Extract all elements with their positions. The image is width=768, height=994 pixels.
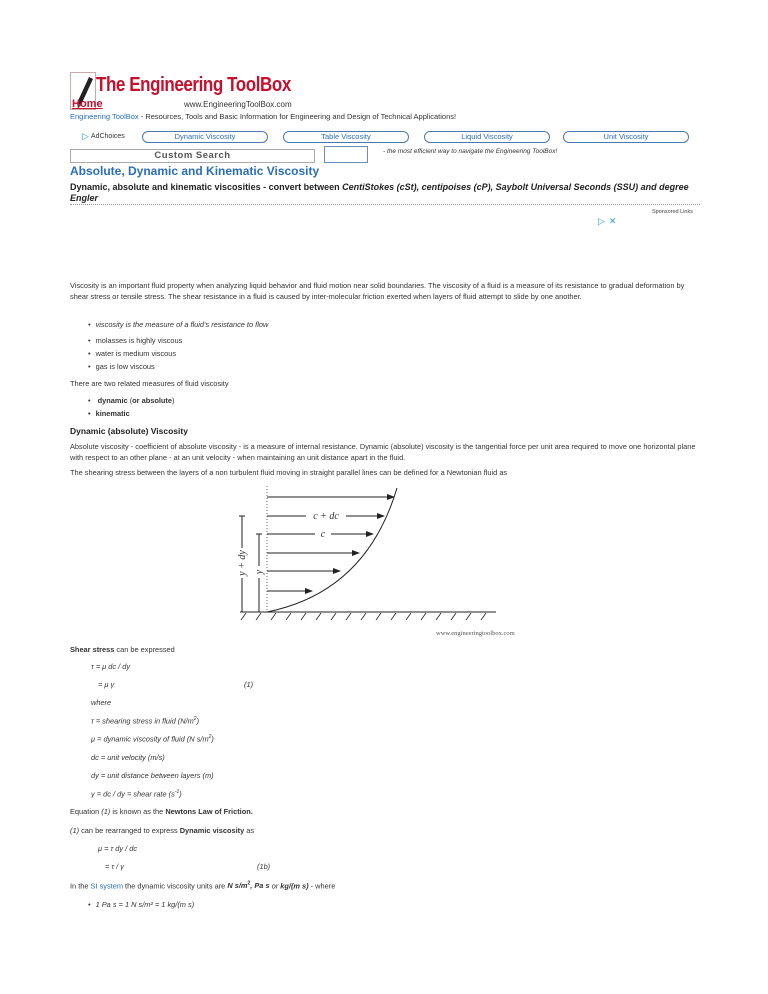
logo-url: www.EngineeringToolBox.com	[184, 100, 292, 109]
section-paragraph: Absolute viscosity - coefficient of abso…	[70, 442, 696, 462]
measure-dynamic: dynamic	[97, 396, 128, 405]
divider	[70, 204, 700, 205]
subtitle-text: Dynamic, absolute and kinematic viscosit…	[70, 182, 343, 192]
search-button[interactable]	[324, 146, 368, 163]
measures-intro: There are two related measures of fluid …	[70, 379, 229, 388]
logo-title: The Engineering ToolBox	[96, 74, 291, 96]
tagline: Engineering ToolBox - Resources, Tools a…	[70, 112, 456, 121]
page-subtitle: Dynamic, absolute and kinematic viscosit…	[70, 182, 700, 204]
adchoices[interactable]: ▷ AdChoices	[82, 131, 125, 142]
tagline-text: - Resources, Tools and Basic Information…	[138, 112, 457, 121]
equation-1b-b: = τ / γ	[105, 862, 124, 871]
def-dc: dc = unit velocity (m/s)	[91, 753, 165, 762]
shear-intro: The shearing stress between the layers o…	[70, 468, 508, 477]
example-item: molasses is highly viscous	[88, 336, 183, 345]
label-y-dy: y + dy	[237, 550, 248, 577]
shear-stress-text: can be expressed	[114, 645, 175, 654]
definition-bullet: viscosity is the measure of a fluid's re…	[88, 320, 269, 329]
newtons-law-line: Equation (1) is known as the Newtons Law…	[70, 807, 253, 816]
equation-1-number: (1)	[244, 680, 254, 689]
example-item: gas is low viscous	[88, 362, 155, 371]
rearranged-line: (1) can be rearranged to express Dynamic…	[70, 826, 255, 835]
def-gamma: γ = dc / dy = shear rate (s-1)	[91, 789, 182, 799]
shear-stress-line: Shear stress can be expressed	[70, 644, 700, 655]
where-label: where	[91, 698, 112, 707]
measure-item: dynamic (or absolute)	[88, 396, 175, 405]
adchoices-icon: ▷	[82, 131, 89, 141]
equation-1b-number: (1b)	[257, 862, 271, 871]
custom-search-input[interactable]: Custom Search	[70, 149, 315, 163]
section-heading: Dynamic (absolute) Viscosity	[70, 426, 188, 436]
measure-item: kinematic	[88, 409, 130, 418]
nav-liquid-viscosity[interactable]: Liquid Viscosity	[424, 131, 550, 143]
nav-table-viscosity[interactable]: Table Viscosity	[283, 131, 409, 143]
measure-absolute: or absolute	[132, 396, 173, 405]
site-logo[interactable]: The Engineering ToolBox Home www.Enginee…	[70, 72, 310, 110]
equation-1b-a: μ = τ dy / dc	[98, 844, 138, 853]
equation-1b: = μ γ	[98, 680, 115, 689]
nav-dynamic-viscosity[interactable]: Dynamic Viscosity	[142, 131, 268, 143]
velocity-profile-diagram: c + dc c y + dy y www.engineeringtoolbox…	[226, 482, 556, 642]
def-dy: dy = unit distance between layers (m)	[91, 771, 214, 780]
equation-1a: τ = μ dc / dy	[91, 662, 131, 671]
diagram-watermark: www.engineeringtoolbox.com	[436, 630, 515, 637]
ad-controls: ▷ ✕	[598, 216, 616, 227]
adchoices-icon[interactable]: ▷	[598, 216, 605, 227]
intro-paragraph: Viscosity is an important fluid property…	[70, 281, 685, 301]
sponsored-links-label: Sponsored Links	[652, 209, 693, 215]
close-ad-icon[interactable]: ✕	[609, 216, 617, 227]
def-mu: μ = dynamic viscosity of fluid (N s/m2)	[91, 734, 214, 744]
tagline-home-link[interactable]: Engineering ToolBox	[70, 112, 139, 121]
nav-unit-viscosity[interactable]: Unit Viscosity	[563, 131, 689, 143]
nav-hint: - the most efficient way to navigate the…	[383, 148, 558, 155]
example-item: water is medium viscous	[88, 349, 177, 358]
adchoices-label: AdChoices	[90, 133, 125, 140]
def-tau: τ = shearing stress in fluid (N/m2)	[91, 716, 200, 726]
home-link[interactable]: Home	[72, 98, 103, 110]
page-title: Absolute, Dynamic and Kinematic Viscosit…	[70, 164, 320, 178]
si-units-line: In the SI system the dynamic viscosity u…	[70, 881, 336, 891]
si-system-link[interactable]: SI system	[91, 881, 123, 890]
label-y: y	[254, 569, 265, 575]
label-c: c	[321, 529, 326, 540]
si-bullet: 1 Pa s = 1 N s/m² = 1 kg/(m s)	[88, 900, 195, 909]
label-c-dc: c + dc	[313, 511, 339, 522]
shear-stress-bold: Shear stress	[70, 645, 115, 654]
